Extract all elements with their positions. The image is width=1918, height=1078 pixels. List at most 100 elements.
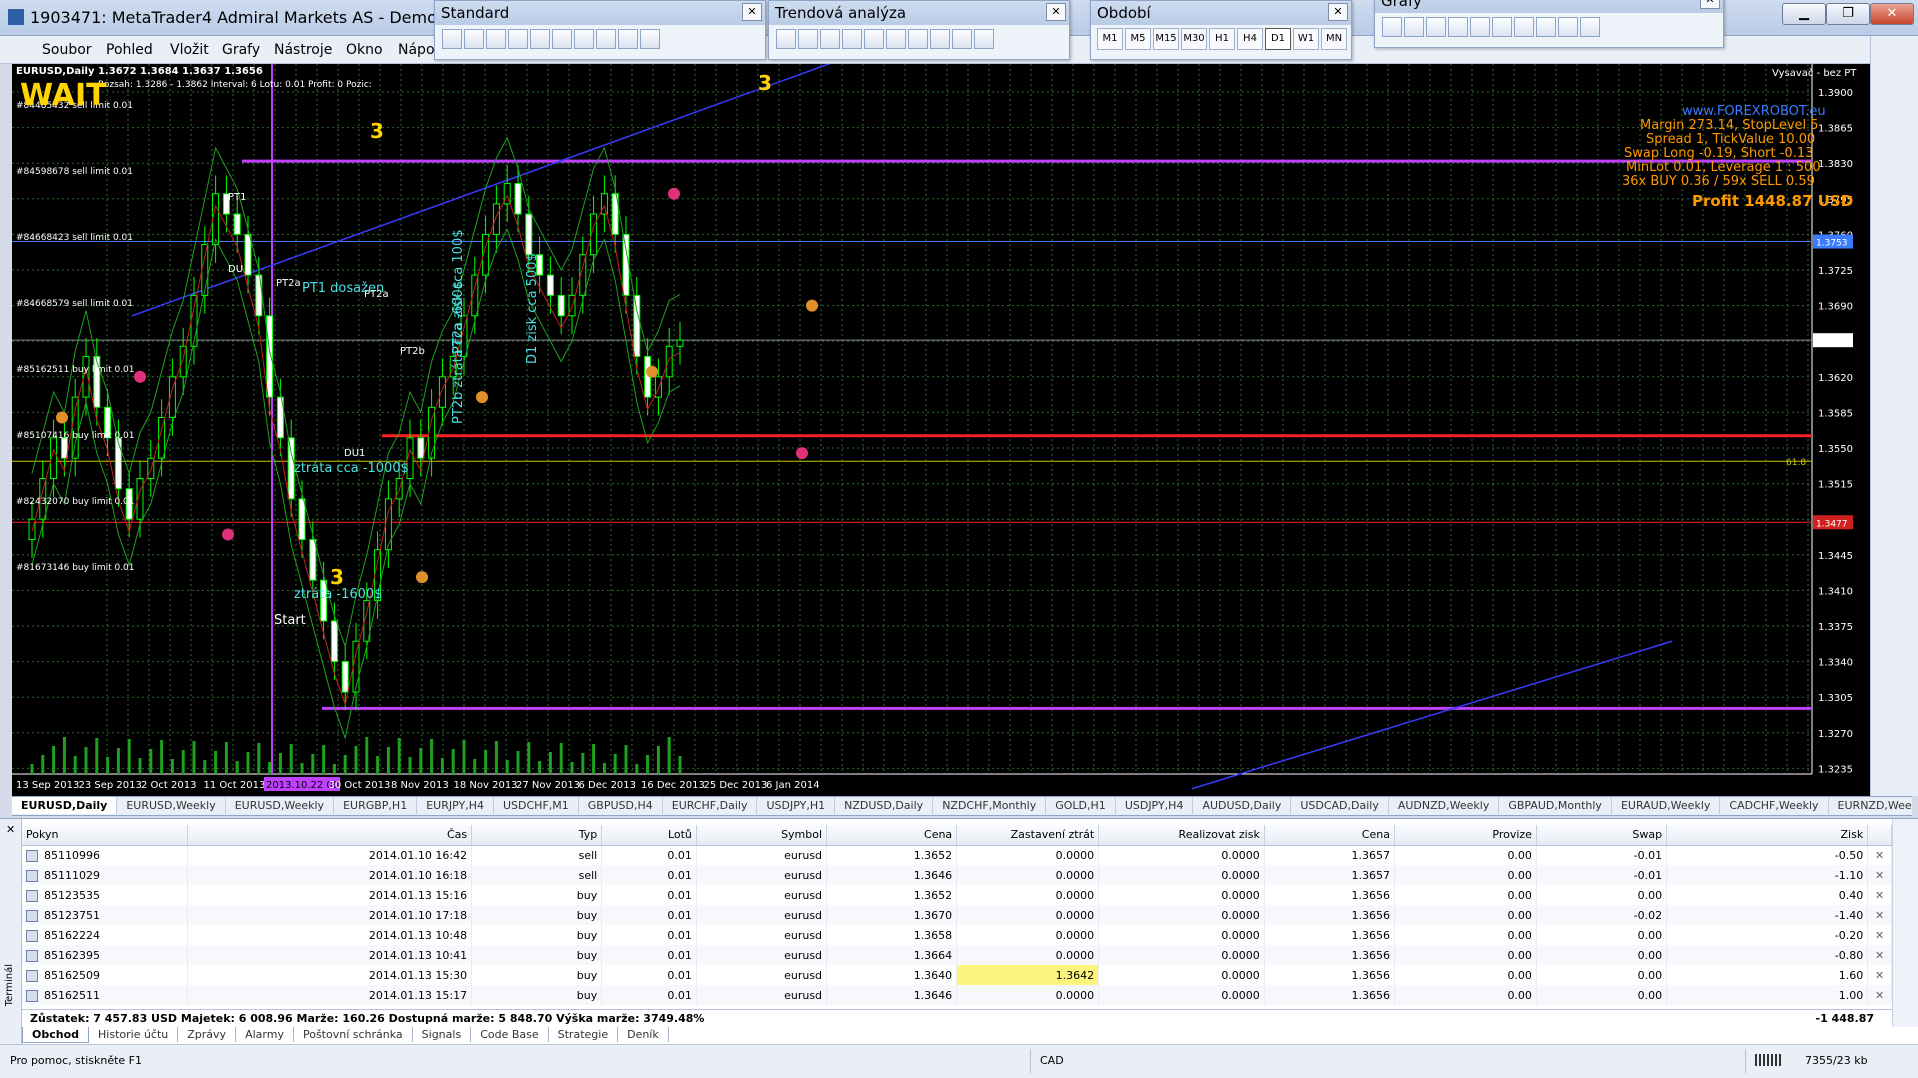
close-order-icon[interactable]: ✕ <box>1867 865 1892 885</box>
candlestick-icon[interactable] <box>1404 17 1424 37</box>
period-mn[interactable]: MN <box>1321 28 1347 50</box>
zoom-in-icon[interactable] <box>1448 17 1468 37</box>
fibonacci-icon[interactable] <box>908 29 928 49</box>
order-row[interactable]: 85162509 2014.01.13 15:30 buy 0.01 eurusd 1.3… <box>22 965 1892 985</box>
close-order-icon[interactable]: ✕ <box>1867 905 1892 925</box>
zoom-out-icon[interactable] <box>1470 17 1490 37</box>
close-order-icon[interactable]: ✕ <box>1867 845 1892 865</box>
terminal-tab[interactable]: Alarmy <box>236 1027 294 1042</box>
order-row[interactable]: 85123751 2014.01.10 17:18 buy 0.01 eurusd 1.3… <box>22 905 1892 925</box>
period-h1[interactable]: H1 <box>1209 28 1235 50</box>
column-header[interactable]: Zastavení ztrát <box>956 825 1100 846</box>
horizontal-line-icon[interactable] <box>842 29 862 49</box>
period-m1[interactable]: M1 <box>1097 28 1123 50</box>
chart-tab[interactable]: AUDUSD,Daily <box>1193 797 1292 814</box>
line-chart-icon[interactable] <box>1426 17 1446 37</box>
column-header[interactable]: Pokyn <box>22 825 189 846</box>
terminal-tab[interactable]: Historie účtu <box>89 1027 179 1042</box>
bar-chart-icon[interactable] <box>1382 17 1402 37</box>
new-order-icon[interactable] <box>596 29 616 49</box>
close-icon[interactable]: ✕ <box>6 823 15 836</box>
chart-tab[interactable]: EURAUD,Weekly <box>1612 797 1721 814</box>
column-header[interactable]: Realizovat zisk <box>1098 825 1265 846</box>
menu-soubor[interactable]: Soubor <box>42 42 92 58</box>
chart-tab[interactable]: AUDNZD,Weekly <box>1389 797 1500 814</box>
chart-tab[interactable]: GBPUSD,H4 <box>579 797 663 814</box>
period-h4[interactable]: H4 <box>1237 28 1263 50</box>
tester-icon[interactable] <box>574 29 594 49</box>
close-order-icon[interactable]: ✕ <box>1867 925 1892 945</box>
menu-okno[interactable]: Okno <box>346 42 383 58</box>
new-chart-icon[interactable] <box>442 29 462 49</box>
chart-tab[interactable]: USDCHF,M1 <box>494 797 579 814</box>
market-watch-icon[interactable] <box>486 29 506 49</box>
data-window-icon[interactable] <box>508 29 528 49</box>
terminal-scrollbar[interactable] <box>1892 819 1918 1027</box>
menu-nastroje[interactable]: Nástroje <box>274 42 332 58</box>
menu-napoveda[interactable]: Nápo <box>398 42 435 58</box>
autoscroll-icon[interactable] <box>1492 17 1512 37</box>
column-header[interactable]: Symbol <box>696 825 828 846</box>
terminal-icon[interactable] <box>552 29 572 49</box>
column-header[interactable]: Swap <box>1536 825 1668 846</box>
chart-tab[interactable]: USDCAD,Daily <box>1291 797 1389 814</box>
chart-tab[interactable]: EURUSD,Weekly <box>226 797 335 814</box>
indicators-icon[interactable] <box>1536 17 1556 37</box>
close-window-button[interactable]: ✕ <box>1870 3 1914 25</box>
close-order-icon[interactable]: ✕ <box>1867 965 1892 985</box>
channel-icon[interactable] <box>886 29 906 49</box>
order-row[interactable]: 85123535 2014.01.13 15:16 buy 0.01 eurusd 1.3… <box>22 885 1892 905</box>
close-icon[interactable]: ✕ <box>742 3 762 21</box>
chart-tab[interactable]: EURNZD,Weekly <box>1829 797 1912 814</box>
chart-tab[interactable]: GBPAUD,Monthly <box>1499 797 1612 814</box>
period-m5[interactable]: M5 <box>1125 28 1151 50</box>
period-m30[interactable]: M30 <box>1181 28 1207 50</box>
terminal-tab[interactable]: Strategie <box>549 1027 619 1042</box>
close-icon[interactable]: ✕ <box>1328 3 1348 21</box>
cursor-icon[interactable] <box>776 29 796 49</box>
period-w1[interactable]: W1 <box>1293 28 1319 50</box>
label-icon[interactable] <box>952 29 972 49</box>
column-header[interactable]: Lotů <box>601 825 697 846</box>
metaeditor-icon[interactable] <box>640 29 660 49</box>
navigator-icon[interactable] <box>530 29 550 49</box>
order-row[interactable]: 85110996 2014.01.10 16:42 sell 0.01 eurusd 1.… <box>22 845 1892 865</box>
menu-vlozit[interactable]: Vložit <box>170 42 209 58</box>
chart-tab[interactable]: USDJPY,H4 <box>1116 797 1194 814</box>
terminal-tab[interactable]: Obchod <box>22 1027 90 1043</box>
chart-tab[interactable]: EURUSD,Weekly <box>117 797 226 814</box>
chart-tab[interactable]: EURJPY,H4 <box>417 797 494 814</box>
close-order-icon[interactable]: ✕ <box>1867 945 1892 965</box>
chart-tab[interactable]: USDJPY,H1 <box>757 797 836 814</box>
menu-pohled[interactable]: Pohled <box>106 42 153 58</box>
period-m15[interactable]: M15 <box>1153 28 1179 50</box>
order-row[interactable]: 85162511 2014.01.13 15:17 buy 0.01 eurusd 1.3… <box>22 985 1892 1005</box>
period-d1[interactable]: D1 <box>1265 28 1291 50</box>
column-header[interactable]: Provize <box>1394 825 1537 846</box>
terminal-tab[interactable]: Signals <box>413 1027 472 1042</box>
order-row[interactable]: 85111029 2014.01.10 16:18 sell 0.01 eurusd 1.… <box>22 865 1892 885</box>
chart-tab[interactable]: EURGBP,H1 <box>334 797 418 814</box>
chart-tab[interactable]: NZDCHF,Monthly <box>933 797 1047 814</box>
order-row[interactable]: 85162224 2014.01.13 10:48 buy 0.01 eurusd 1.3… <box>22 925 1892 945</box>
column-header[interactable]: Cena <box>1264 825 1395 846</box>
close-icon[interactable]: ✕ <box>1700 0 1720 9</box>
templates-icon[interactable] <box>1580 17 1600 37</box>
terminal-tab[interactable]: Code Base <box>471 1027 549 1042</box>
text-icon[interactable] <box>930 29 950 49</box>
terminal-tab[interactable]: Zprávy <box>178 1027 237 1042</box>
arrows-icon[interactable] <box>974 29 994 49</box>
column-header[interactable]: Cena <box>826 825 958 846</box>
close-order-icon[interactable]: ✕ <box>1867 885 1892 905</box>
column-header[interactable]: Typ <box>471 825 603 846</box>
terminal-tab[interactable]: Deník <box>618 1027 669 1042</box>
close-icon[interactable]: ✕ <box>1046 3 1066 21</box>
chart-shift-icon[interactable] <box>1514 17 1534 37</box>
close-order-icon[interactable]: ✕ <box>1867 985 1892 1005</box>
chart-tab[interactable]: EURCHF,Daily <box>663 797 758 814</box>
chart-tab[interactable]: EURUSD,Daily <box>12 797 118 814</box>
profiles-icon[interactable] <box>464 29 484 49</box>
maximize-button[interactable]: ❐ <box>1826 3 1870 25</box>
column-header[interactable]: Čas <box>187 825 473 846</box>
chart-tab[interactable]: CADCHF,Weekly <box>1720 797 1829 814</box>
